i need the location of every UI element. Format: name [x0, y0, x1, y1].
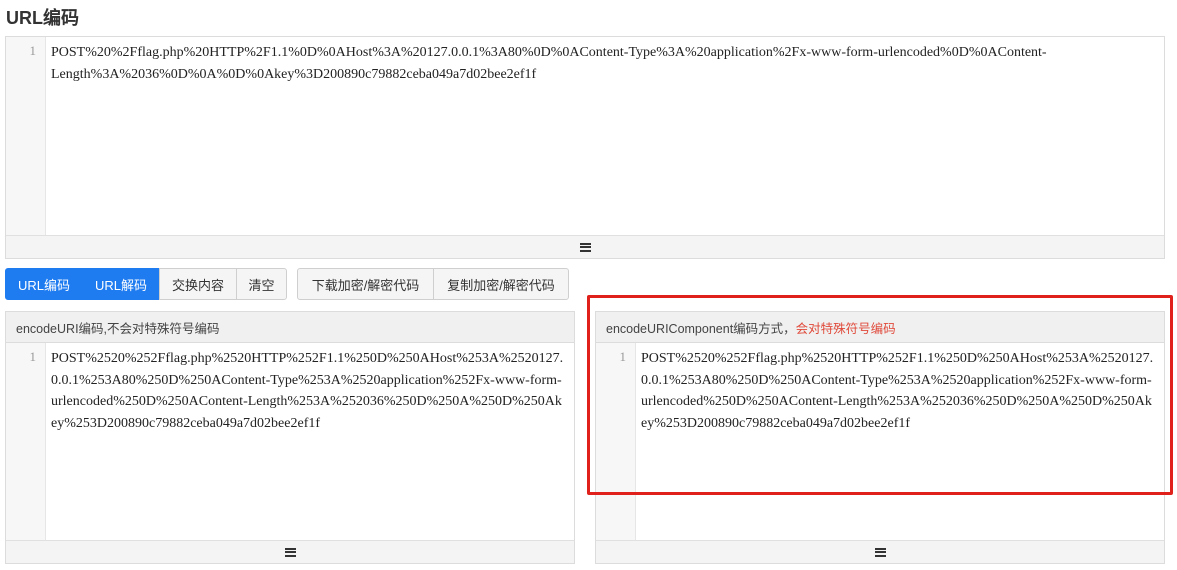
- url-decode-button[interactable]: URL解码: [83, 268, 159, 300]
- left-output-editor[interactable]: 1 POST%2520%252Fflag.php%2520HTTP%252F1.…: [5, 342, 575, 564]
- line-number: 1: [29, 349, 37, 364]
- line-gutter: 1: [6, 343, 46, 541]
- url-encode-button[interactable]: URL编码: [5, 268, 83, 300]
- hamburger-icon: [579, 242, 591, 252]
- copy-code-button[interactable]: 复制加密/解密代码: [433, 268, 569, 300]
- left-output-text[interactable]: POST%2520%252Fflag.php%2520HTTP%252F1.1%…: [51, 348, 568, 434]
- input-resize-handle[interactable]: [6, 235, 1164, 258]
- line-gutter: 1: [6, 37, 46, 236]
- hamburger-icon: [284, 547, 296, 557]
- page-title: URL编码: [6, 8, 79, 28]
- input-text[interactable]: POST%20%2Fflag.php%20HTTP%2F1.1%0D%0AHos…: [51, 42, 1049, 85]
- input-editor[interactable]: 1 POST%20%2Fflag.php%20HTTP%2F1.1%0D%0AH…: [5, 36, 1165, 259]
- left-panel-title: encodeURI编码,不会对特殊符号编码: [16, 321, 220, 336]
- download-code-button[interactable]: 下载加密/解密代码: [297, 268, 434, 300]
- clear-button[interactable]: 清空: [236, 268, 287, 300]
- annotation-highlight-box: [587, 295, 1173, 495]
- right-resize-handle[interactable]: [596, 540, 1164, 563]
- left-resize-handle[interactable]: [6, 540, 574, 563]
- line-number: 1: [29, 43, 37, 58]
- hamburger-icon: [874, 547, 886, 557]
- left-panel-header: encodeURI编码,不会对特殊符号编码: [5, 311, 575, 343]
- swap-content-button[interactable]: 交换内容: [159, 268, 237, 300]
